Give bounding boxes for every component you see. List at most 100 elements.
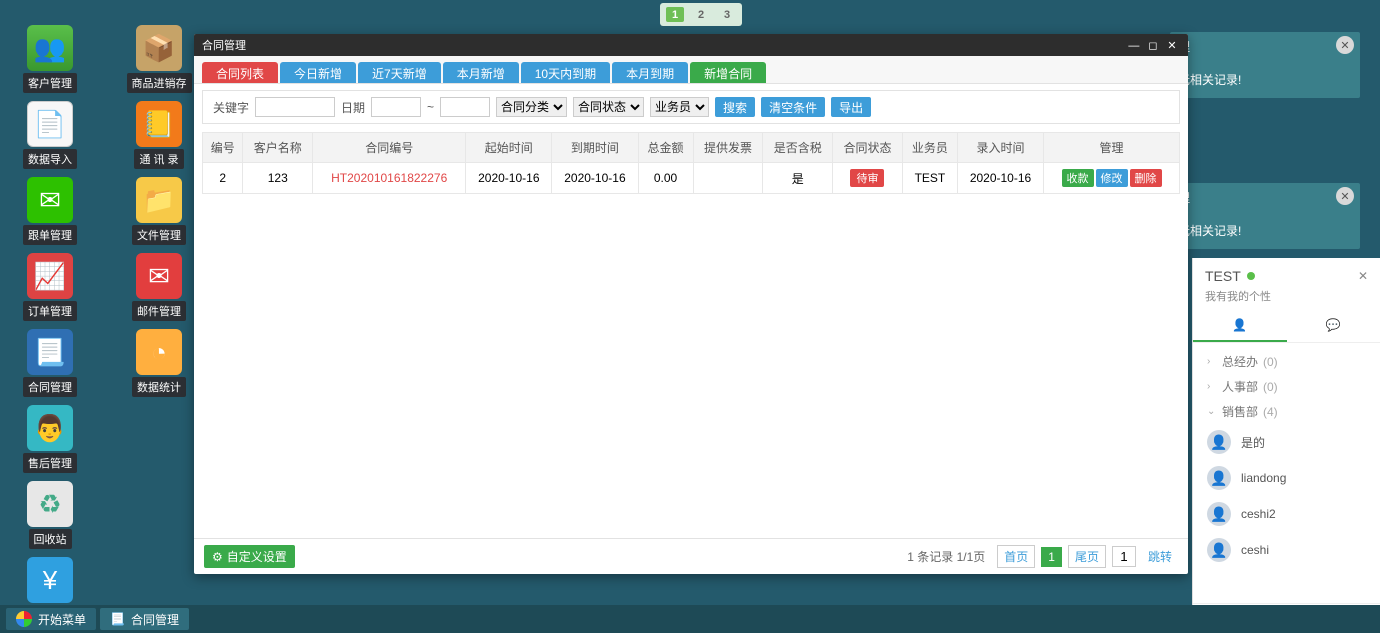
pager-last[interactable]: 尾页 xyxy=(1068,545,1106,568)
chevron-right-icon: › xyxy=(1207,381,1217,392)
tab-bar: 合同列表 今日新增 近7天新增 本月新增 10天内到期 本月到期 新增合同 xyxy=(194,56,1188,84)
icon-label: 回收站 xyxy=(29,529,72,549)
tab-month-expire[interactable]: 本月到期 xyxy=(612,62,688,83)
icon-label: 文件管理 xyxy=(132,225,186,245)
app-icon: ♻ xyxy=(27,481,73,527)
desktop-icon-邮件管理[interactable]: ✉邮件管理 xyxy=(127,253,191,321)
workspace-1[interactable]: 1 xyxy=(666,7,684,22)
chat-tab-contacts[interactable]: 👤 xyxy=(1193,310,1287,342)
icon-label: 跟单管理 xyxy=(23,225,77,245)
desktop-icon-数据导入[interactable]: 📄数据导入 xyxy=(18,101,82,169)
avatar-icon: 👤 xyxy=(1207,430,1231,454)
chat-group[interactable]: ⌄销售部 (4) xyxy=(1193,399,1380,424)
filter-bar: 关键字 日期 ~ 合同分类 合同状态 业务员 搜索 清空条件 导出 xyxy=(202,90,1180,124)
chat-tab-messages[interactable]: 💬 xyxy=(1287,310,1380,342)
keyword-label: 关键字 xyxy=(213,99,249,116)
keyword-input[interactable] xyxy=(255,97,335,117)
column-header: 客户名称 xyxy=(243,133,313,163)
start-button[interactable]: 开始菜单 xyxy=(6,608,96,630)
icon-label: 数据导入 xyxy=(23,149,77,169)
tab-new-contract[interactable]: 新增合同 xyxy=(690,62,766,83)
notification-body: 无相关记录! xyxy=(1178,71,1352,88)
desktop-icon-客户管理[interactable]: 👥客户管理 xyxy=(18,25,82,93)
action-edit[interactable]: 修改 xyxy=(1096,169,1128,187)
tab-7day-new[interactable]: 近7天新增 xyxy=(358,62,441,83)
app-icon: ✉ xyxy=(27,177,73,223)
chat-member[interactable]: 👤ceshi2 xyxy=(1193,496,1380,532)
select-status[interactable]: 合同状态 xyxy=(573,97,644,117)
column-header: 录入时间 xyxy=(957,133,1043,163)
chat-group[interactable]: ›人事部 (0) xyxy=(1193,374,1380,399)
task-icon: 📃 xyxy=(110,612,125,626)
icon-label: 数据统计 xyxy=(132,377,186,397)
close-icon[interactable]: ✕ xyxy=(1336,36,1354,54)
gear-icon: ⚙ xyxy=(212,550,223,564)
app-icon: 👨 xyxy=(27,405,73,451)
desktop-icon-订单管理[interactable]: 📈订单管理 xyxy=(18,253,82,321)
pager-jump[interactable]: 跳转 xyxy=(1142,546,1178,567)
app-icon: ◔ xyxy=(136,329,182,375)
select-staff[interactable]: 业务员 xyxy=(650,97,709,117)
window-contract-management: 合同管理 — ◻ ✕ 合同列表 今日新增 近7天新增 本月新增 10天内到期 本… xyxy=(194,34,1188,574)
app-icon: ¥ xyxy=(27,557,73,603)
maximize-icon[interactable]: ◻ xyxy=(1145,39,1161,52)
date-to-input[interactable] xyxy=(440,97,490,117)
search-button[interactable]: 搜索 xyxy=(715,97,755,117)
chat-group[interactable]: ›总经办 (0) xyxy=(1193,349,1380,374)
column-header: 合同编号 xyxy=(313,133,466,163)
pager-goto-input[interactable] xyxy=(1112,546,1136,567)
workspace-switcher[interactable]: 1 2 3 xyxy=(660,3,742,26)
tab-contract-list[interactable]: 合同列表 xyxy=(202,62,278,83)
icon-label: 邮件管理 xyxy=(132,301,186,321)
notification-card-1: 理 ✕ 无相关记录! xyxy=(1170,32,1360,98)
avatar-icon: 👤 xyxy=(1207,538,1231,562)
desktop-icon-文件管理[interactable]: 📁文件管理 xyxy=(127,177,191,245)
action-delete[interactable]: 删除 xyxy=(1130,169,1162,187)
chat-list: ›总经办 (0)›人事部 (0)⌄销售部 (4)👤是的👤liandong👤ces… xyxy=(1193,343,1380,603)
chat-username: TEST xyxy=(1205,268,1255,284)
chat-member[interactable]: 👤是的 xyxy=(1193,424,1380,460)
column-header: 提供发票 xyxy=(693,133,763,163)
tab-10day-expire[interactable]: 10天内到期 xyxy=(521,62,610,83)
pager-first[interactable]: 首页 xyxy=(997,545,1035,568)
close-icon[interactable]: ✕ xyxy=(1358,269,1368,283)
desktop-icon-跟单管理[interactable]: ✉跟单管理 xyxy=(18,177,82,245)
contract-no-link[interactable]: HT202010161822276 xyxy=(313,163,466,194)
taskbar: 开始菜单 📃 合同管理 xyxy=(0,605,1380,633)
tab-month-new[interactable]: 本月新增 xyxy=(443,62,519,83)
workspace-3[interactable]: 3 xyxy=(718,7,736,22)
desktop-icon-数据统计[interactable]: ◔数据统计 xyxy=(127,329,191,397)
desktop-icon-合同管理[interactable]: 📃合同管理 xyxy=(18,329,82,397)
tilde: ~ xyxy=(427,100,434,114)
minimize-icon[interactable]: — xyxy=(1126,40,1142,52)
chat-member[interactable]: 👤liandong xyxy=(1193,460,1380,496)
customize-button[interactable]: ⚙ 自定义设置 xyxy=(204,545,295,568)
close-icon[interactable]: ✕ xyxy=(1336,187,1354,205)
desktop-icon-通 讯 录[interactable]: 📒通 讯 录 xyxy=(127,101,191,169)
chat-member[interactable]: 👤ceshi xyxy=(1193,532,1380,568)
clear-button[interactable]: 清空条件 xyxy=(761,97,825,117)
app-icon: ✉ xyxy=(136,253,182,299)
desktop-icon-售后管理[interactable]: 👨售后管理 xyxy=(18,405,82,473)
avatar-icon: 👤 xyxy=(1207,502,1231,526)
chat-panel: TEST ✕ 我有我的个性 👤 💬 ›总经办 (0)›人事部 (0)⌄销售部 (… xyxy=(1192,258,1380,633)
desktop-icon-回收站[interactable]: ♻回收站 xyxy=(18,481,82,549)
chat-status: 我有我的个性 xyxy=(1193,288,1380,310)
tab-today-new[interactable]: 今日新增 xyxy=(280,62,356,83)
app-icon: 📒 xyxy=(136,101,182,147)
desktop-icon-商品进销存[interactable]: 📦商品进销存 xyxy=(127,25,191,93)
column-header: 起始时间 xyxy=(466,133,552,163)
export-button[interactable]: 导出 xyxy=(831,97,871,117)
status-badge: 待审 xyxy=(850,169,884,187)
date-from-input[interactable] xyxy=(371,97,421,117)
pager-current[interactable]: 1 xyxy=(1041,547,1062,567)
taskbar-item-contract[interactable]: 📃 合同管理 xyxy=(100,608,189,630)
select-category[interactable]: 合同分类 xyxy=(496,97,567,117)
column-header: 管理 xyxy=(1044,133,1180,163)
titlebar[interactable]: 合同管理 — ◻ ✕ xyxy=(194,34,1188,56)
close-icon[interactable]: ✕ xyxy=(1164,39,1180,52)
app-icon: 📈 xyxy=(27,253,73,299)
action-pay[interactable]: 收款 xyxy=(1062,169,1094,187)
workspace-2[interactable]: 2 xyxy=(692,7,710,22)
table-row: 2123HT2020101618222762020-10-162020-10-1… xyxy=(203,163,1180,194)
